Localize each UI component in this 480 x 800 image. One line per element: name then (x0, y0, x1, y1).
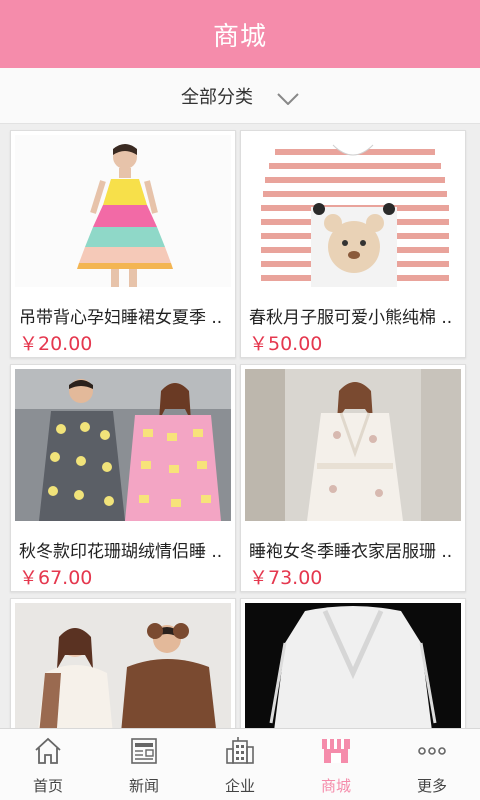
product-title: 吊带背心孕妇睡裙女夏季 .. (19, 308, 223, 328)
product-image (15, 603, 231, 728)
category-filter-label: 全部分类 (181, 86, 253, 108)
product-price: ￥50.00 (249, 333, 323, 355)
bottom-tab-bar: 首页 新闻 企业 商城 更多 (0, 728, 480, 800)
category-filter[interactable]: 全部分类 (0, 68, 480, 124)
product-title: 春秋月子服可爱小熊纯棉 .. (249, 308, 453, 328)
product-card[interactable]: 吊带背心孕妇睡裙女夏季 .. ￥20.00 (10, 130, 236, 358)
product-card[interactable] (10, 598, 236, 728)
product-image (245, 603, 461, 728)
product-image (15, 135, 231, 287)
product-card[interactable]: 睡袍女冬季睡衣家居服珊 .. ￥73.00 (240, 364, 466, 592)
news-icon (131, 738, 157, 764)
tab-label: 新闻 (128, 777, 159, 795)
product-card[interactable]: 秋冬款印花珊瑚绒情侣睡 .. ￥67.00 (10, 364, 236, 592)
product-image (15, 369, 231, 521)
product-price: ￥67.00 (19, 567, 93, 589)
product-image (245, 369, 461, 521)
tab-label: 更多 (416, 777, 447, 795)
tab-home[interactable]: 首页 (0, 729, 96, 800)
product-title: 秋冬款印花珊瑚绒情侣睡 .. (19, 542, 223, 562)
shop-icon (322, 739, 350, 763)
product-card[interactable]: 春秋月子服可爱小熊纯棉 .. ￥50.00 (240, 130, 466, 358)
tab-company[interactable]: 企业 (192, 729, 288, 800)
app-header: 商城 (0, 0, 480, 68)
tab-news[interactable]: 新闻 (96, 729, 192, 800)
product-image (245, 135, 461, 287)
tab-shop[interactable]: 商城 (288, 729, 384, 800)
home-icon (35, 737, 61, 764)
product-grid: 吊带背心孕妇睡裙女夏季 .. ￥20.00 春秋月子服可爱小熊纯棉 .. ￥50… (0, 124, 480, 728)
product-price: ￥73.00 (249, 567, 323, 589)
product-title: 睡袍女冬季睡衣家居服珊 .. (249, 542, 453, 562)
building-icon (226, 737, 254, 764)
chevron-down-icon (277, 90, 299, 105)
product-price: ￥20.00 (19, 333, 93, 355)
more-icon (418, 747, 446, 755)
tab-label: 商城 (320, 777, 351, 795)
product-card[interactable] (240, 598, 466, 728)
page-title: 商城 (212, 21, 267, 52)
tab-label: 企业 (224, 777, 255, 795)
tab-label: 首页 (32, 777, 63, 795)
tab-more[interactable]: 更多 (384, 729, 480, 800)
